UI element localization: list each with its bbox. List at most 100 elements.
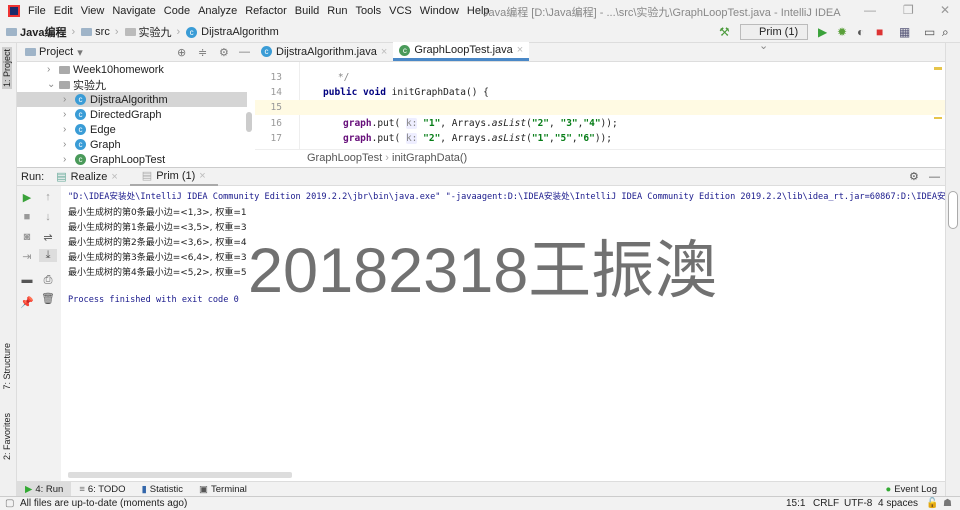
exit-icon[interactable]: ⇥ bbox=[18, 250, 36, 263]
inspector-icon[interactable]: ☗ bbox=[943, 497, 952, 510]
class-icon: c bbox=[75, 139, 86, 150]
editor-breadcrumb: GraphLoopTest › initGraphData() bbox=[255, 149, 945, 167]
menu-tools[interactable]: Tools bbox=[355, 5, 381, 17]
code-line: graph.put( k: "2", Arrays.asList("1","5"… bbox=[343, 133, 612, 144]
tree-item-graphlooptest[interactable]: › c GraphLoopTest bbox=[17, 152, 247, 167]
tree-item-edge[interactable]: › c Edge bbox=[17, 122, 247, 137]
breadcrumb-package[interactable]: 实验九 › bbox=[124, 24, 180, 40]
menu-refactor[interactable]: Refactor bbox=[245, 5, 287, 17]
terminal-icon[interactable]: ▭ bbox=[924, 25, 935, 39]
stop-icon[interactable]: ■ bbox=[876, 25, 883, 39]
gear-icon[interactable]: ⚙ bbox=[909, 170, 919, 183]
run-icon[interactable]: ▶ bbox=[818, 25, 827, 39]
close-tab-icon[interactable]: × bbox=[381, 46, 387, 58]
run-config-select[interactable]: Prim (1) ⌄ bbox=[740, 24, 808, 52]
pin-icon[interactable]: 📌 bbox=[18, 296, 36, 309]
bottom-tab-todo[interactable]: ≡ 6: TODO bbox=[71, 482, 133, 497]
tree-item-graph[interactable]: › c Graph bbox=[17, 137, 247, 152]
warning-marker[interactable] bbox=[934, 67, 942, 70]
search-icon[interactable]: ⌕ bbox=[942, 25, 949, 40]
tree-item-package[interactable]: ⌄ 实验九 bbox=[17, 77, 247, 92]
console-scrollbar[interactable] bbox=[948, 191, 958, 229]
code-editor[interactable]: 13 */ 14 public void initGraphData() { 15… bbox=[255, 62, 945, 149]
up-arrow-icon[interactable]: ↑ bbox=[39, 191, 57, 203]
down-arrow-icon[interactable]: ↓ bbox=[39, 211, 57, 223]
project-tree: › Week10homework ⌄ 实验九 › c DijstraAlgorithm … bbox=[17, 62, 255, 167]
warning-marker[interactable] bbox=[934, 117, 942, 119]
file-encoding[interactable]: UTF-8 bbox=[844, 497, 872, 510]
coverage-icon[interactable]: ◐ bbox=[857, 25, 864, 39]
run-tab-realize[interactable]: ▤ Realize × bbox=[44, 168, 130, 186]
bottom-tool-tabs: ▶ 4: Run ≡ 6: TODO ▮ Statistic ▣ Terminal ● E… bbox=[17, 481, 945, 497]
structure-tool-tab[interactable]: 7: Structure bbox=[2, 343, 12, 390]
class-icon: c bbox=[75, 109, 86, 120]
rerun-icon[interactable]: ▶ bbox=[18, 191, 36, 204]
scroll-to-end-icon[interactable]: ⤓ bbox=[39, 249, 57, 262]
bottom-tab-terminal[interactable]: ▣ Terminal bbox=[191, 482, 255, 497]
restore-button[interactable]: ❐ bbox=[903, 3, 914, 17]
tab-graphlooptest[interactable]: c GraphLoopTest.java × bbox=[393, 42, 530, 61]
layout-icon[interactable]: ▬ bbox=[18, 274, 36, 286]
statistic-icon: ▮ bbox=[141, 483, 147, 495]
left-tool-strip: 1: Project 7: Structure 2: Favorites bbox=[0, 43, 17, 496]
folder-icon bbox=[59, 65, 70, 74]
menu-edit[interactable]: Edit bbox=[54, 5, 73, 17]
project-structure-icon[interactable]: ▦ bbox=[899, 25, 910, 39]
project-view-select[interactable]: Project bbox=[39, 46, 73, 58]
menu-file[interactable]: File bbox=[28, 5, 46, 17]
tree-item-dijstraalgorithm[interactable]: › c DijstraAlgorithm bbox=[17, 92, 247, 107]
menu-analyze[interactable]: Analyze bbox=[198, 5, 237, 17]
event-log-icon: ● bbox=[885, 483, 892, 495]
console-line: 最小生成树的第2条最小边=<3,6>, 权重=4 bbox=[68, 238, 247, 248]
tab-dijstraalgorithm[interactable]: c DijstraAlgorithm.java × bbox=[255, 42, 393, 61]
favorites-tool-tab[interactable]: 2: Favorites bbox=[2, 413, 12, 460]
hide-icon[interactable]: — bbox=[929, 171, 940, 183]
collapse-icon[interactable]: ≑ bbox=[198, 46, 207, 59]
bottom-tab-statistic[interactable]: ▮ Statistic bbox=[134, 482, 192, 497]
event-log-button[interactable]: ● Event Log bbox=[877, 482, 945, 497]
tree-item-directedgraph[interactable]: › c DirectedGraph bbox=[17, 107, 247, 122]
trash-icon[interactable]: 🗑 bbox=[39, 292, 57, 305]
hide-icon[interactable]: — bbox=[239, 46, 250, 58]
breadcrumb-project[interactable]: Java编程 › bbox=[6, 24, 75, 40]
minimize-button[interactable]: — bbox=[864, 3, 876, 17]
locate-icon[interactable]: ⊕ bbox=[177, 46, 186, 59]
gear-icon[interactable]: ⚙ bbox=[219, 46, 229, 59]
tree-scrollbar[interactable] bbox=[246, 112, 252, 132]
menu-navigate[interactable]: Navigate bbox=[112, 5, 155, 17]
indent-setting[interactable]: 4 spaces bbox=[878, 497, 918, 510]
caret-position[interactable]: 15:1 bbox=[786, 497, 805, 510]
lock-icon[interactable]: 🔓 bbox=[926, 497, 938, 510]
run-config-icon: ▤ bbox=[56, 171, 67, 183]
crumb-method[interactable]: initGraphData() bbox=[392, 152, 467, 164]
watermark-text: 20182318王振澳 bbox=[248, 236, 718, 306]
console-horizontal-scrollbar[interactable] bbox=[68, 472, 292, 478]
build-hammer-icon[interactable]: ⚒ bbox=[719, 25, 730, 39]
breadcrumb-src[interactable]: src › bbox=[81, 26, 119, 38]
project-tool-tab[interactable]: 1: Project bbox=[2, 47, 12, 90]
status-bar: ▢ All files are up-to-date (moments ago)… bbox=[0, 496, 960, 510]
close-button[interactable]: ✕ bbox=[940, 3, 950, 17]
menu-build[interactable]: Build bbox=[295, 5, 319, 17]
menu-window[interactable]: Window bbox=[420, 5, 459, 17]
tree-item-week10homework[interactable]: › Week10homework bbox=[17, 62, 247, 77]
stop-icon[interactable]: ■ bbox=[18, 211, 36, 223]
menu-vcs[interactable]: VCS bbox=[389, 5, 412, 17]
breadcrumb-class[interactable]: c DijstraAlgorithm bbox=[186, 26, 279, 38]
console-line: 最小生成树的第1条最小边=<3,5>, 权重=3 bbox=[68, 223, 247, 233]
menu-code[interactable]: Code bbox=[164, 5, 190, 17]
crumb-class[interactable]: GraphLoopTest bbox=[307, 152, 382, 164]
debug-icon[interactable]: ✹ bbox=[837, 25, 847, 39]
print-icon[interactable]: ⎙ bbox=[39, 274, 57, 287]
line-separator[interactable]: CRLF bbox=[813, 497, 839, 510]
camera-icon[interactable]: ◙ bbox=[18, 231, 36, 243]
soft-wrap-icon[interactable]: ⇌ bbox=[39, 231, 57, 244]
menu-bar: File Edit View Navigate Code Analyze Ref… bbox=[0, 0, 960, 22]
folder-icon bbox=[81, 28, 93, 36]
bottom-tab-run[interactable]: ▶ 4: Run bbox=[17, 481, 72, 497]
menu-run[interactable]: Run bbox=[327, 5, 347, 17]
run-tab-prim[interactable]: ▤ Prim (1) × bbox=[129, 168, 218, 186]
class-icon: c bbox=[75, 94, 86, 105]
menu-view[interactable]: View bbox=[81, 5, 105, 17]
close-tab-icon[interactable]: × bbox=[517, 44, 523, 56]
